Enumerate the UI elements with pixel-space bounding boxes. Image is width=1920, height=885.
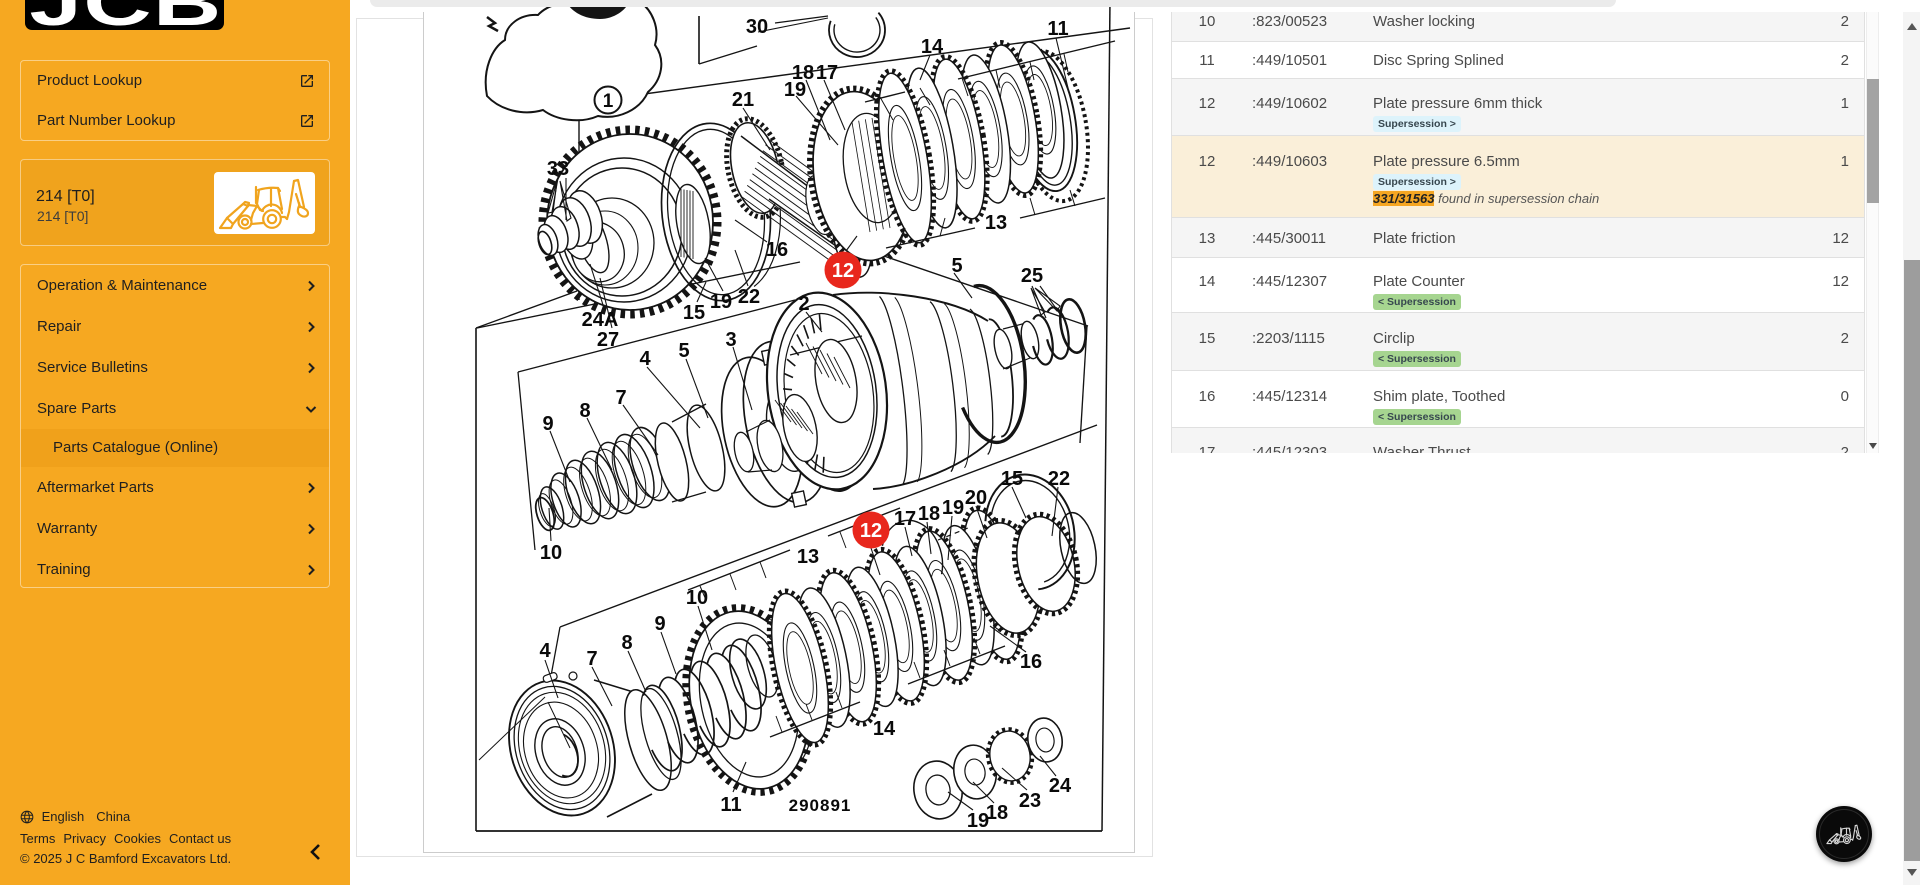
svg-text:2: 2 bbox=[798, 293, 809, 315]
svg-text:23: 23 bbox=[1019, 790, 1041, 812]
svg-text:18: 18 bbox=[986, 802, 1008, 824]
svg-text:3: 3 bbox=[725, 329, 736, 351]
svg-text:8: 8 bbox=[621, 632, 632, 654]
svg-text:290891: 290891 bbox=[789, 796, 852, 815]
svg-text:9: 9 bbox=[654, 613, 665, 635]
svg-text:4: 4 bbox=[639, 348, 651, 370]
svg-text:14: 14 bbox=[873, 718, 896, 740]
svg-text:17: 17 bbox=[894, 508, 916, 530]
svg-text:16: 16 bbox=[766, 239, 788, 261]
svg-text:4: 4 bbox=[539, 640, 551, 662]
svg-text:13: 13 bbox=[985, 212, 1007, 234]
svg-text:1: 1 bbox=[603, 91, 614, 112]
svg-text:27: 27 bbox=[597, 329, 619, 351]
svg-text:22: 22 bbox=[738, 286, 760, 308]
svg-text:10: 10 bbox=[686, 587, 708, 609]
svg-text:9: 9 bbox=[542, 413, 553, 435]
svg-text:15: 15 bbox=[683, 302, 705, 324]
svg-text:30: 30 bbox=[746, 16, 768, 38]
svg-text:33: 33 bbox=[547, 158, 569, 180]
svg-text:24: 24 bbox=[1049, 775, 1072, 797]
svg-text:8: 8 bbox=[579, 400, 590, 422]
svg-text:19: 19 bbox=[942, 497, 964, 519]
svg-text:22: 22 bbox=[1048, 468, 1070, 490]
svg-text:18: 18 bbox=[918, 503, 940, 525]
svg-text:16: 16 bbox=[1020, 651, 1042, 673]
svg-text:12: 12 bbox=[860, 520, 882, 542]
svg-text:11: 11 bbox=[1047, 18, 1068, 40]
svg-text:14: 14 bbox=[921, 36, 944, 58]
svg-text:21: 21 bbox=[732, 89, 754, 111]
svg-text:7: 7 bbox=[615, 387, 626, 409]
svg-text:12: 12 bbox=[832, 260, 854, 282]
svg-text:5: 5 bbox=[951, 255, 962, 277]
svg-text:10: 10 bbox=[540, 542, 562, 564]
svg-text:20: 20 bbox=[965, 487, 987, 509]
svg-text:15: 15 bbox=[1001, 468, 1023, 490]
svg-text:17: 17 bbox=[816, 62, 838, 84]
svg-text:13: 13 bbox=[797, 546, 819, 568]
svg-text:7: 7 bbox=[586, 648, 597, 670]
svg-text:24A: 24A bbox=[582, 309, 619, 331]
svg-text:5: 5 bbox=[678, 340, 689, 362]
svg-text:11: 11 bbox=[720, 794, 741, 816]
svg-text:25: 25 bbox=[1021, 265, 1043, 287]
svg-text:19: 19 bbox=[710, 291, 732, 313]
svg-text:19: 19 bbox=[784, 79, 806, 101]
